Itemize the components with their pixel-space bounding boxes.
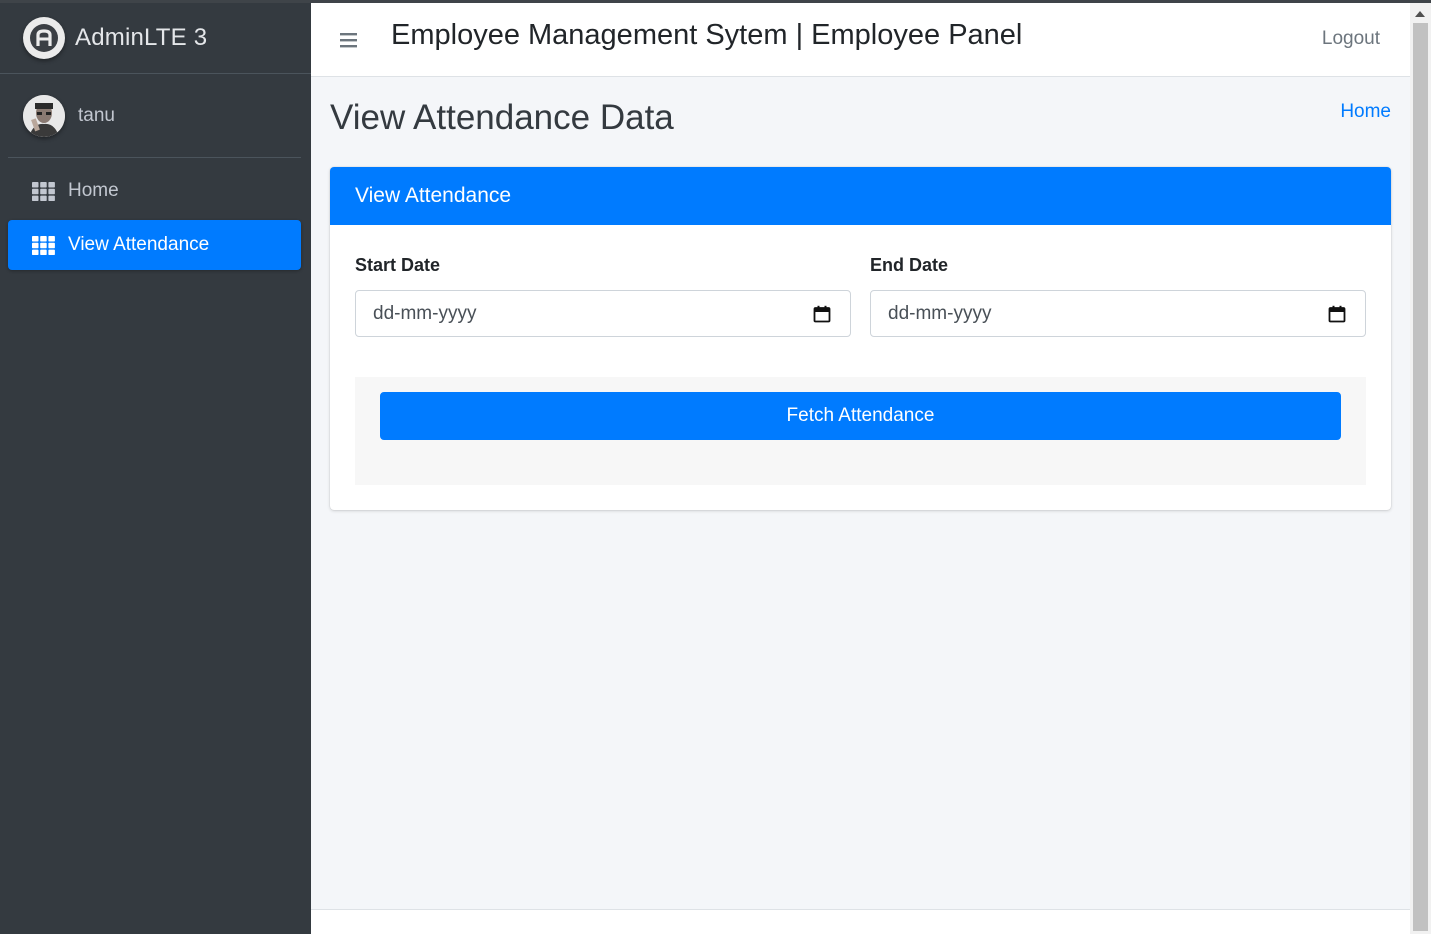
attendance-card: View Attendance Start Date dd-mm-yyyy En… — [330, 167, 1391, 510]
fetch-attendance-button[interactable]: Fetch Attendance — [380, 392, 1341, 440]
window-top-border — [0, 0, 1431, 3]
breadcrumb-home[interactable]: Home — [1340, 101, 1391, 123]
card-title: View Attendance — [330, 167, 1391, 225]
end-date-label: End Date — [870, 255, 949, 275]
grid-icon — [32, 181, 55, 201]
sidebar-nav: Home View Attendance — [0, 166, 311, 270]
navbar-title: Employee Management Sytem | Employee Pan… — [391, 19, 1023, 51]
sidebar: AdminLTE 3 tanu Home View Attendance — [0, 3, 311, 934]
brand-logo-icon — [23, 17, 65, 59]
start-date-placeholder: dd-mm-yyyy — [373, 303, 477, 324]
top-navbar: Employee Management Sytem | Employee Pan… — [311, 3, 1410, 77]
scrollbar-thumb[interactable] — [1413, 23, 1428, 931]
end-date-input[interactable]: dd-mm-yyyy — [870, 290, 1366, 337]
sidebar-item-label: View Attendance — [68, 234, 210, 255]
scroll-up-arrow-icon[interactable] — [1415, 11, 1425, 17]
brand-link[interactable]: AdminLTE 3 — [0, 3, 311, 74]
grid-icon — [32, 235, 55, 255]
start-date-input[interactable]: dd-mm-yyyy — [355, 290, 851, 337]
logout-link[interactable]: Logout — [1322, 28, 1380, 50]
sidebar-item-view-attendance[interactable]: View Attendance — [8, 220, 301, 270]
main-content: Employee Management Sytem | Employee Pan… — [311, 3, 1410, 934]
sidebar-item-home[interactable]: Home — [8, 166, 301, 216]
card-footer: Fetch Attendance — [355, 377, 1366, 485]
avatar — [23, 94, 65, 137]
user-name[interactable]: tanu — [78, 105, 115, 127]
start-date-label: Start Date — [355, 255, 441, 275]
end-date-placeholder: dd-mm-yyyy — [888, 303, 992, 324]
page-title: View Attendance Data — [330, 98, 674, 137]
content-header: View Attendance Data Home — [311, 77, 1410, 167]
hamburger-menu-icon[interactable] — [339, 30, 359, 50]
vertical-scrollbar[interactable] — [1410, 3, 1431, 934]
calendar-icon[interactable] — [813, 305, 831, 323]
user-panel[interactable]: tanu — [8, 74, 301, 158]
sidebar-item-label: Home — [68, 180, 119, 201]
brand-text: AdminLTE 3 — [75, 24, 208, 51]
calendar-icon[interactable] — [1328, 305, 1346, 323]
page-footer — [311, 909, 1410, 934]
